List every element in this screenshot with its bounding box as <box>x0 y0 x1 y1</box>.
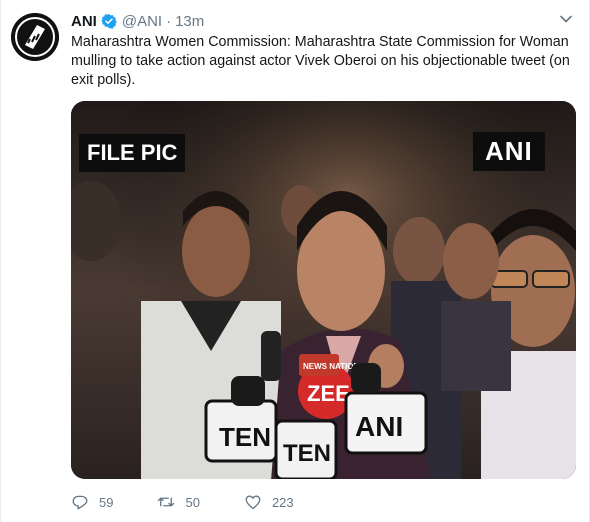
tweet-card[interactable]: ANI @ANI · 13m Maharashtra Women Commiss… <box>0 0 590 522</box>
mic-label-zee: ZEE <box>307 381 350 406</box>
retweet-count: 50 <box>185 494 200 510</box>
reply-button[interactable]: 59 <box>71 493 113 511</box>
retweet-button[interactable]: 50 <box>157 493 200 511</box>
ani-watermark-overlay: ANI <box>473 132 545 171</box>
mic-label-ten-1: TEN <box>219 422 271 452</box>
reply-count: 59 <box>99 494 114 510</box>
chevron-down-icon[interactable] <box>559 12 573 26</box>
retweet-icon <box>158 497 175 507</box>
ani-logo-icon <box>11 13 59 61</box>
avatar[interactable] <box>11 13 59 61</box>
heart-icon <box>245 495 261 510</box>
tweet-media-photo[interactable]: TEN TEN ZEE NEWS NATION ANI FILE PIC ANI <box>71 101 576 479</box>
tweet-timestamp[interactable]: 13m <box>175 13 204 30</box>
tweet-header: ANI @ANI · 13m <box>71 11 204 31</box>
mic-label-news-nation: NEWS NATION <box>303 362 360 371</box>
tweet-text: Maharashtra Women Commission: Maharashtr… <box>71 34 570 88</box>
tweet-actions: 59 50 223 <box>71 492 338 512</box>
like-button[interactable]: 223 <box>244 493 294 511</box>
mic-label-ten-2: TEN <box>283 440 331 467</box>
author-name[interactable]: ANI <box>71 13 97 30</box>
like-count: 223 <box>271 494 294 510</box>
verified-badge-icon <box>100 14 117 29</box>
separator: · <box>166 12 172 30</box>
mic-label-ani: ANI <box>355 411 403 442</box>
reply-icon <box>72 495 88 510</box>
file-pic-overlay: FILE PIC <box>79 134 186 172</box>
author-handle[interactable]: @ANI <box>122 13 162 30</box>
